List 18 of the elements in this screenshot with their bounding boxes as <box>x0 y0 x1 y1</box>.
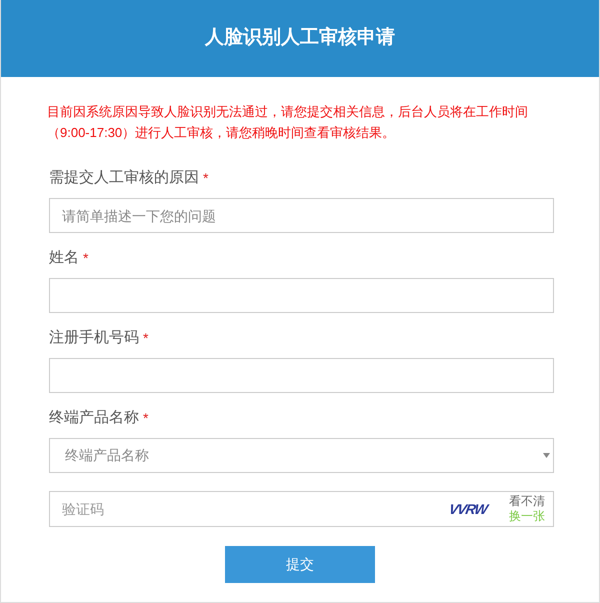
captcha-image[interactable]: VVRW <box>447 498 489 520</box>
required-mark: * <box>83 248 88 268</box>
field-label: 终端产品名称 <box>49 408 139 428</box>
hint-text: 看不清 <box>509 494 545 509</box>
page-title: 人脸识别人工审核申请 <box>205 26 395 50</box>
notice-text: 目前因系统原因导致人脸识别无法通过，请您提交相关信息，后台人员将在工作时间（9:00-17:30）进行人工审核，请您稍晚时间查看审核结果。 <box>47 103 529 142</box>
caret-icon <box>543 453 550 458</box>
required-mark: * <box>143 408 148 428</box>
field-label: 需提交人工审核的原因 <box>49 168 199 188</box>
required-mark: * <box>143 328 148 348</box>
submit-button[interactable]: 提交 <box>225 546 375 583</box>
field-label: 姓名 <box>49 248 79 268</box>
field-label: 注册手机号码 <box>49 328 139 348</box>
product-select[interactable]: 终端产品名称 <box>49 438 554 473</box>
refresh-link[interactable]: 换一张 <box>509 509 545 524</box>
captcha-field[interactable]: 验证码 VVRW 看不清 换一张 <box>49 491 554 527</box>
input-field[interactable]: 请简单描述一下您的问题 <box>49 198 554 233</box>
required-mark: * <box>203 168 208 188</box>
